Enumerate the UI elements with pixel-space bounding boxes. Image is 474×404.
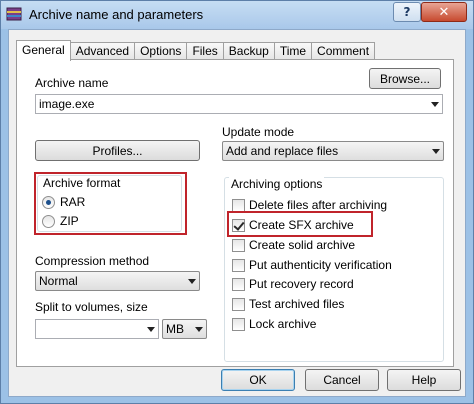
question-icon: ?: [403, 5, 411, 19]
dialog-window: Archive name and parameters ? ✕ General …: [0, 0, 474, 404]
close-button[interactable]: ✕: [421, 2, 467, 22]
update-mode-label: Update mode: [222, 125, 295, 139]
check-authenticity[interactable]: Put authenticity verification: [232, 257, 392, 273]
check-solid-archive-label: Create solid archive: [249, 238, 356, 252]
checkbox-unchecked-icon[interactable]: [232, 198, 245, 212]
check-lock-archive-label: Lock archive: [249, 317, 317, 331]
compression-method-label: Compression method: [35, 254, 150, 268]
tab-advanced[interactable]: Advanced: [69, 42, 136, 60]
checkbox-unchecked-icon[interactable]: [232, 297, 245, 311]
chevron-down-icon[interactable]: [188, 279, 196, 284]
split-unit-select[interactable]: MB: [162, 319, 207, 339]
help-title-button[interactable]: ?: [393, 2, 421, 22]
checkbox-unchecked-icon[interactable]: [232, 258, 245, 272]
update-mode-select[interactable]: Add and replace files: [222, 141, 444, 161]
tab-general[interactable]: General: [16, 40, 71, 61]
split-size-input[interactable]: [35, 319, 159, 339]
archive-name-label: Archive name: [35, 76, 109, 90]
check-recovery-record-label: Put recovery record: [249, 277, 354, 291]
chevron-down-icon[interactable]: [432, 149, 440, 154]
tab-files[interactable]: Files: [186, 42, 224, 60]
tab-options[interactable]: Options: [134, 42, 188, 60]
highlight-box-sfx: [227, 211, 373, 237]
tab-time[interactable]: Time: [273, 42, 313, 60]
check-recovery-record[interactable]: Put recovery record: [232, 276, 354, 292]
chevron-down-icon[interactable]: [431, 102, 439, 107]
window-title: Archive name and parameters: [29, 7, 204, 22]
split-unit-value: MB: [166, 322, 184, 336]
tab-backup[interactable]: Backup: [222, 42, 275, 60]
check-test-files[interactable]: Test archived files: [232, 296, 344, 312]
chevron-down-icon[interactable]: [147, 327, 155, 332]
split-volumes-label: Split to volumes, size: [35, 300, 148, 314]
general-panel: Archive name Browse... image.exe Profile…: [16, 59, 454, 367]
title-bar[interactable]: Archive name and parameters ? ✕: [1, 1, 473, 29]
check-solid-archive[interactable]: Create solid archive: [232, 237, 355, 253]
archive-name-input[interactable]: image.exe: [35, 94, 443, 114]
close-icon: ✕: [438, 4, 450, 20]
update-mode-value: Add and replace files: [226, 144, 339, 158]
winrar-icon: [6, 7, 22, 21]
archive-name-value: image.exe: [39, 97, 95, 111]
browse-button[interactable]: Browse...: [369, 68, 441, 89]
check-delete-files-label: Delete files after archiving: [249, 198, 388, 212]
tab-comment[interactable]: Comment: [311, 42, 376, 60]
cancel-button[interactable]: Cancel: [305, 369, 379, 391]
check-lock-archive[interactable]: Lock archive: [232, 316, 316, 332]
compression-method-select[interactable]: Normal: [35, 271, 200, 291]
checkbox-unchecked-icon[interactable]: [232, 238, 245, 252]
highlight-box-format: [34, 172, 187, 235]
checkbox-unchecked-icon[interactable]: [232, 317, 245, 331]
check-test-files-label: Test archived files: [249, 297, 345, 311]
help-button[interactable]: Help: [387, 369, 461, 391]
checkbox-unchecked-icon[interactable]: [232, 277, 245, 291]
chevron-down-icon[interactable]: [195, 327, 203, 332]
archiving-options-title: Archiving options: [229, 177, 325, 191]
check-authenticity-label: Put authenticity verification: [249, 258, 392, 272]
dialog-client: General Advanced Options Files Backup Ti…: [8, 29, 466, 397]
profiles-button[interactable]: Profiles...: [35, 140, 200, 161]
tab-strip: General Advanced Options Files Backup Ti…: [16, 40, 376, 61]
compression-method-value: Normal: [39, 274, 78, 288]
ok-button[interactable]: OK: [221, 369, 295, 391]
